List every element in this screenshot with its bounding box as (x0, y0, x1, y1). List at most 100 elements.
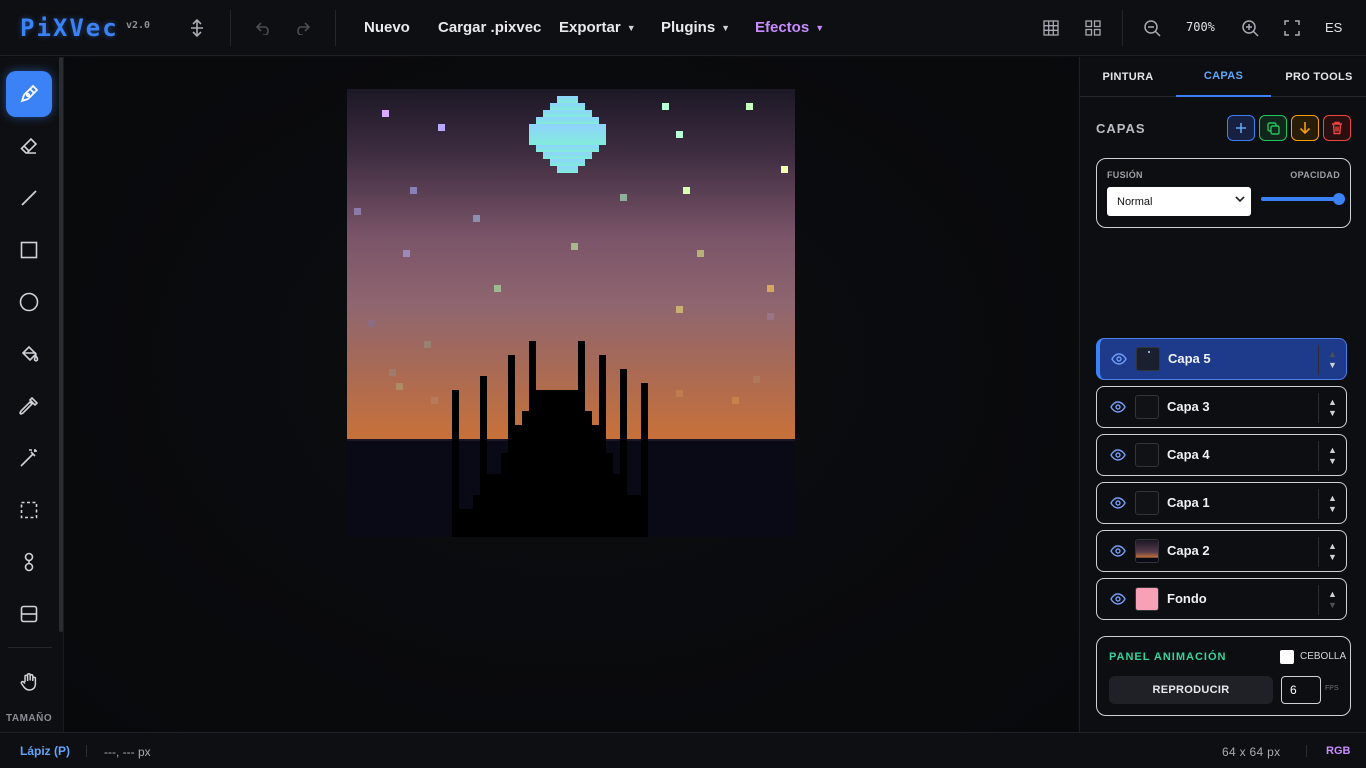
move-down-icon[interactable]: ▼ (1328, 360, 1337, 371)
move-down-icon[interactable]: ▼ (1328, 504, 1337, 515)
add-layer-button[interactable] (1227, 115, 1255, 141)
undo-icon[interactable] (252, 16, 276, 40)
opacity-slider-knob[interactable] (1333, 193, 1345, 205)
layer-split-tool[interactable] (6, 591, 52, 637)
line-tool[interactable] (6, 175, 52, 221)
onion-skin-label: CEBOLLA (1300, 651, 1347, 662)
status-bar: Lápiz (P) ---, --- px 64 x 64 px RGB (0, 732, 1366, 768)
pencil-tool[interactable] (6, 71, 52, 117)
pixel-canvas[interactable] (347, 89, 795, 537)
menu-plugins[interactable]: Plugins ▼ (661, 19, 730, 36)
zoom-in-icon[interactable] (1238, 16, 1262, 40)
magic-wand-tool[interactable] (6, 435, 52, 481)
layer-row[interactable]: Capa 1 ▲ ▼ (1096, 482, 1347, 524)
layer-row[interactable]: Capa 2 ▲ ▼ (1096, 530, 1347, 572)
eye-icon[interactable] (1109, 494, 1127, 512)
fps-input[interactable]: 6 (1281, 676, 1321, 704)
right-panel: PINTURA CAPAS PRO TOOLS CAPAS FUSIÓN OPA… (1079, 57, 1366, 732)
redo-icon[interactable] (290, 16, 314, 40)
layer-row[interactable]: Fondo ▲ ▼ (1096, 578, 1347, 620)
zoom-level: 700% (1186, 20, 1215, 34)
fullscreen-icon[interactable] (1280, 16, 1304, 40)
layer-thumbnail (1135, 539, 1159, 563)
tiles-icon[interactable] (1081, 16, 1105, 40)
status-color-mode: RGB (1326, 745, 1351, 757)
bucket-fill-tool[interactable] (6, 331, 52, 377)
move-up-icon[interactable]: ▲ (1328, 589, 1337, 600)
top-bar: PiXVec v2.0 Nuevo Cargar .pixvec Exporta… (0, 0, 1366, 56)
layer-row[interactable]: Capa 3 ▲ ▼ (1096, 386, 1347, 428)
opacity-slider[interactable] (1261, 193, 1345, 205)
animation-panel: PANEL ANIMACIÓN CEBOLLA REPRODUCIR 6 FPS (1096, 636, 1351, 716)
play-button[interactable]: REPRODUCIR (1109, 676, 1273, 704)
app-window: PiXVec v2.0 Nuevo Cargar .pixvec Exporta… (0, 0, 1366, 768)
selection-tool[interactable] (6, 487, 52, 533)
menu-cargar[interactable]: Cargar .pixvec (438, 19, 541, 36)
ellipse-tool[interactable] (6, 279, 52, 325)
layer-row[interactable]: Capa 4 ▲ ▼ (1096, 434, 1347, 476)
opacity-label: OPACIDAD (1290, 170, 1340, 180)
layer-name: Capa 2 (1167, 543, 1210, 558)
layer-name: Capa 1 (1167, 495, 1210, 510)
move-down-icon[interactable]: ▼ (1328, 408, 1337, 419)
canvas-workspace[interactable] (64, 57, 1078, 732)
move-up-icon[interactable]: ▲ (1328, 349, 1337, 360)
eyedropper-tool[interactable] (6, 383, 52, 429)
move-up-icon[interactable]: ▲ (1328, 445, 1337, 456)
menu-nuevo[interactable]: Nuevo (364, 19, 410, 36)
move-down-icon[interactable]: ▼ (1328, 600, 1337, 611)
grid-icon[interactable] (1039, 16, 1063, 40)
layer-name: Capa 5 (1168, 351, 1211, 366)
move-up-icon[interactable]: ▲ (1328, 397, 1337, 408)
layer-name: Capa 3 (1167, 399, 1210, 414)
layer-name: Fondo (1167, 591, 1207, 606)
layer-reorder-arrows[interactable]: ▲ ▼ (1318, 441, 1346, 471)
zoom-out-icon[interactable] (1140, 16, 1164, 40)
layer-reorder-arrows[interactable]: ▲ ▼ (1318, 345, 1346, 375)
blend-label: FUSIÓN (1107, 170, 1143, 180)
hand-tool[interactable] (6, 659, 52, 705)
rectangle-tool[interactable] (6, 227, 52, 273)
eye-icon[interactable] (1109, 398, 1127, 416)
layer-thumbnail (1136, 347, 1160, 371)
status-canvas-size: 64 x 64 px (1222, 745, 1281, 759)
delete-layer-button[interactable] (1323, 115, 1351, 141)
eye-icon[interactable] (1109, 590, 1127, 608)
tab-pro-tools[interactable]: PRO TOOLS (1271, 57, 1366, 97)
layer-reorder-arrows[interactable]: ▲ ▼ (1318, 393, 1346, 423)
tool-sidebar: TAMAÑO (0, 57, 64, 732)
eraser-tool[interactable] (6, 123, 52, 169)
move-up-icon[interactable]: ▲ (1328, 541, 1337, 552)
eye-icon[interactable] (1110, 350, 1128, 368)
app-logo: PiXVec (20, 14, 119, 42)
duplicate-layer-button[interactable] (1259, 115, 1287, 141)
panel-tabs: PINTURA CAPAS PRO TOOLS (1080, 57, 1366, 97)
merge-down-button[interactable] (1291, 115, 1319, 141)
move-up-icon[interactable]: ▲ (1328, 493, 1337, 504)
onion-skin-checkbox[interactable] (1280, 650, 1294, 664)
toolbar-divider (8, 647, 52, 648)
move-down-icon[interactable]: ▼ (1328, 552, 1337, 563)
symmetry-tool[interactable] (6, 539, 52, 585)
layer-reorder-arrows[interactable]: ▲ ▼ (1318, 489, 1346, 519)
status-coords: ---, --- px (104, 745, 151, 759)
layer-reorder-arrows[interactable]: ▲ ▼ (1318, 585, 1346, 615)
caret-down-icon: ▼ (721, 22, 731, 33)
menu-exportar[interactable]: Exportar ▼ (559, 19, 636, 36)
layer-row[interactable]: Capa 5 ▲ ▼ (1096, 338, 1347, 380)
app-version: v2.0 (126, 20, 151, 31)
status-tool: Lápiz (P) (20, 744, 70, 758)
blend-mode-select[interactable]: Normal (1107, 187, 1251, 216)
move-down-icon[interactable]: ▼ (1328, 456, 1337, 467)
tab-capas[interactable]: CAPAS (1176, 57, 1271, 97)
layers-title: CAPAS (1096, 121, 1146, 136)
menu-efectos[interactable]: Efectos ▼ (755, 19, 824, 36)
toolbar-scrollbar[interactable] (59, 57, 63, 632)
layer-reorder-arrows[interactable]: ▲ ▼ (1318, 537, 1346, 567)
eye-icon[interactable] (1109, 542, 1127, 560)
tab-pintura[interactable]: PINTURA (1080, 57, 1176, 97)
eye-icon[interactable] (1109, 446, 1127, 464)
opacity-slider-fill (1261, 197, 1339, 201)
language-selector[interactable]: ES (1325, 20, 1342, 35)
pivot-icon[interactable] (185, 16, 209, 40)
